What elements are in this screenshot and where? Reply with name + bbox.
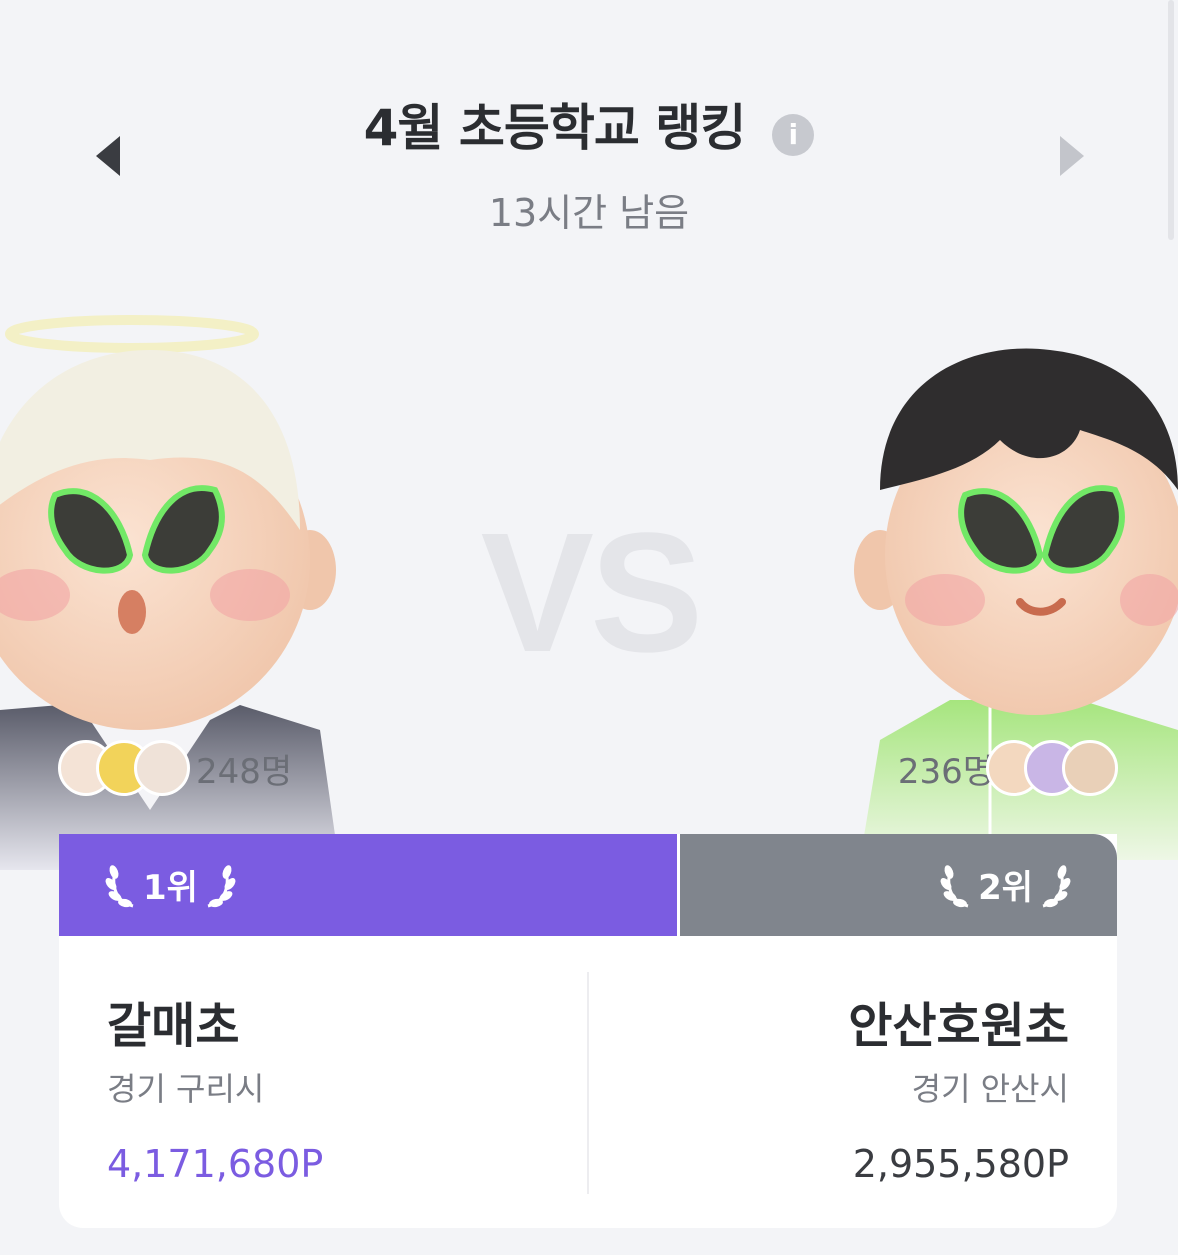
- second-place-points: 2,955,580P: [852, 1142, 1069, 1186]
- next-month-arrow-icon[interactable]: [1060, 136, 1084, 176]
- rank-label: 2위: [978, 867, 1033, 908]
- first-place-rank: 1위: [105, 858, 236, 910]
- info-icon[interactable]: i: [772, 113, 815, 156]
- first-place-school-name[interactable]: 갈매초: [107, 986, 239, 1056]
- member-count: 236명: [897, 751, 994, 792]
- member-avatar: [1062, 740, 1118, 796]
- first-place-members[interactable]: 248명: [58, 738, 292, 798]
- laurel-icon: [207, 865, 236, 908]
- time-remaining: 13시간 남음: [488, 191, 690, 235]
- page-title: 4월 초등학교 랭킹: [363, 99, 747, 157]
- laurel-icon: [940, 865, 969, 908]
- second-place-members[interactable]: 236명: [898, 738, 1118, 798]
- rank-label: 1위: [143, 867, 198, 908]
- second-place-rank: 2위: [940, 858, 1071, 910]
- laurel-icon: [105, 865, 134, 908]
- first-place-points: 4,171,680P: [107, 1142, 324, 1186]
- first-place-bar: 1위: [59, 834, 677, 936]
- second-place-school-name[interactable]: 안산호원초: [848, 986, 1069, 1056]
- second-place-school-location: 경기 안산시: [911, 1070, 1069, 1108]
- ranking-header: 4월 초등학교 랭킹 i 13시간 남음: [0, 70, 1178, 250]
- matchup-card: 1위 2위 갈매초 경기 구리시 4,171,680P 안산호원초 경기 안산시…: [59, 834, 1117, 1228]
- laurel-icon: [1042, 865, 1071, 908]
- vs-label: VS: [480, 498, 704, 688]
- title-row: 4월 초등학교 랭킹 i: [0, 88, 1178, 162]
- member-count: 248명: [196, 751, 293, 792]
- column-divider: [587, 972, 589, 1194]
- member-avatar: [134, 740, 190, 796]
- second-place-bar: 2위: [680, 834, 1117, 936]
- first-place-school-location: 경기 구리시: [107, 1070, 265, 1108]
